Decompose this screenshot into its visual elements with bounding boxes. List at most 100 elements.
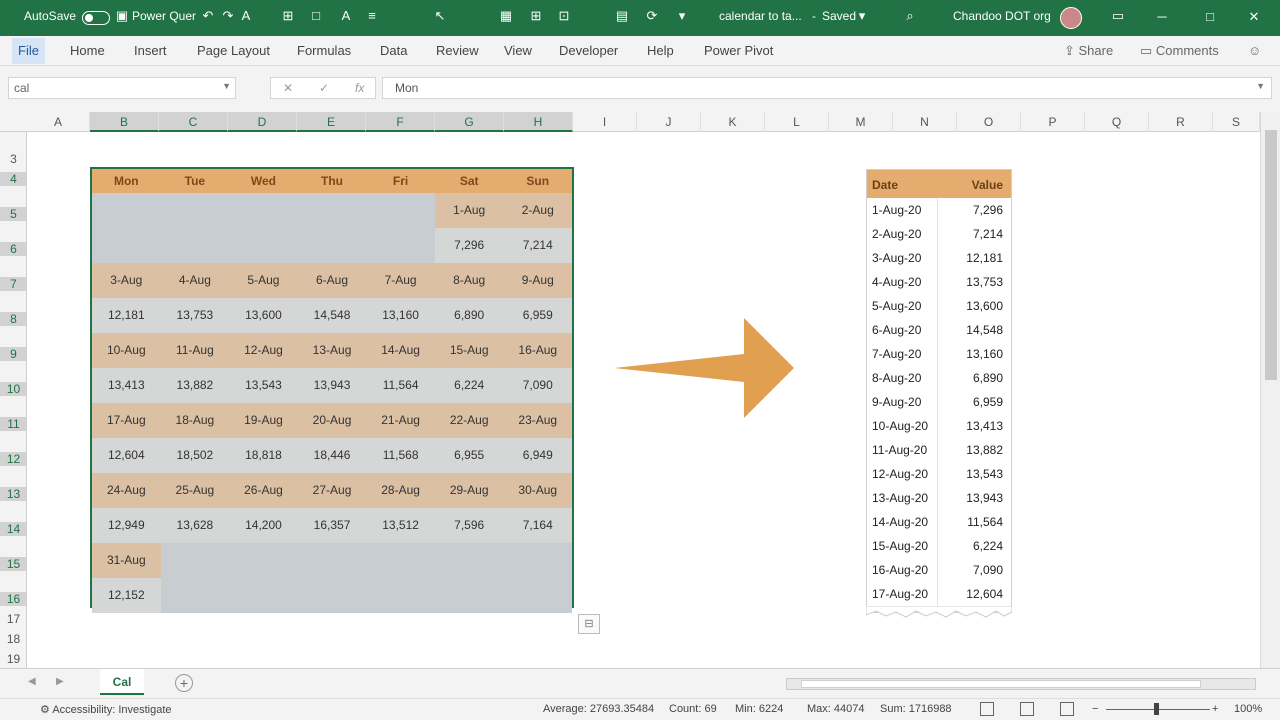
calendar-date-cell[interactable]: 17-Aug: [92, 403, 161, 438]
tab-home[interactable]: Home: [70, 43, 105, 58]
calendar-date-cell[interactable]: 3-Aug: [92, 263, 161, 298]
calendar-date-cell[interactable]: 21-Aug: [366, 403, 435, 438]
name-box[interactable]: cal ▼: [8, 77, 236, 99]
redo-icon[interactable]: ↷: [220, 8, 236, 24]
zoom-slider-thumb[interactable]: [1154, 703, 1159, 715]
table-date-cell[interactable]: 14-Aug-20: [872, 515, 928, 529]
calendar-date-cell[interactable]: [297, 193, 367, 228]
calendar-value-cell[interactable]: 12,949: [92, 508, 161, 543]
box-icon[interactable]: □: [308, 8, 324, 24]
table-value-cell[interactable]: 13,600: [966, 299, 1003, 313]
calendar-date-cell[interactable]: 1-Aug: [435, 193, 504, 228]
table-date-cell[interactable]: 9-Aug-20: [872, 395, 921, 409]
calendar-value-cell[interactable]: 14,200: [229, 508, 298, 543]
calendar-date-cell[interactable]: [366, 193, 435, 228]
table-row[interactable]: 15-Aug-20 6,224: [867, 534, 1011, 558]
table-date-cell[interactable]: 2-Aug-20: [872, 227, 921, 241]
calendar-value-cell[interactable]: [434, 578, 504, 613]
header-date[interactable]: Date: [872, 178, 898, 192]
user-name[interactable]: Chandoo DOT org: [953, 9, 1051, 23]
table-value-cell[interactable]: 6,959: [973, 395, 1003, 409]
table-date-cell[interactable]: 11-Aug-20: [872, 443, 927, 457]
table-value-cell[interactable]: 13,882: [966, 443, 1003, 457]
autosave-toggle[interactable]: [82, 11, 110, 25]
table-row[interactable]: 14-Aug-20 11,564: [867, 510, 1011, 534]
calendar-date-cell[interactable]: 10-Aug: [92, 333, 161, 368]
calendar-date-cell[interactable]: 2-Aug: [503, 193, 572, 228]
calendar-date-cell[interactable]: 12-Aug: [229, 333, 298, 368]
cancel-icon[interactable]: ✕: [283, 81, 293, 95]
row-header[interactable]: 14: [0, 522, 27, 536]
avatar[interactable]: [1060, 7, 1082, 29]
calendar-value-cell[interactable]: 7,164: [503, 508, 572, 543]
refresh-icon[interactable]: ⟳: [644, 8, 660, 24]
col-header[interactable]: K: [701, 112, 765, 132]
tab-developer[interactable]: Developer: [559, 43, 618, 58]
power-query-label[interactable]: Power Quer: [132, 9, 196, 23]
row-header[interactable]: 15: [0, 557, 27, 571]
col-header[interactable]: A: [27, 112, 90, 132]
col-header[interactable]: B: [90, 112, 159, 132]
table-icon[interactable]: ⊞: [528, 8, 544, 24]
calendar-value-cell[interactable]: 16,357: [298, 508, 367, 543]
calendar-date-cell[interactable]: 23-Aug: [503, 403, 572, 438]
calendar-date-cell[interactable]: [160, 543, 230, 578]
grid-icon[interactable]: ▦: [498, 8, 514, 24]
col-header[interactable]: P: [1021, 112, 1085, 132]
calendar-date-cell[interactable]: 4-Aug: [161, 263, 230, 298]
calendar-date-cell[interactable]: 13-Aug: [298, 333, 367, 368]
calendar-value-cell[interactable]: 11,568: [366, 438, 435, 473]
calendar-date-cell[interactable]: 15-Aug: [435, 333, 504, 368]
calendar-value-cell[interactable]: 7,296: [435, 228, 504, 263]
table-date-cell[interactable]: 7-Aug-20: [872, 347, 921, 361]
calendar-value-cell[interactable]: 13,600: [229, 298, 298, 333]
calendar-value-cell[interactable]: [297, 578, 367, 613]
tab-help[interactable]: Help: [647, 43, 674, 58]
table-row[interactable]: 6-Aug-20 14,548: [867, 318, 1011, 342]
header-value[interactable]: Value: [972, 178, 1003, 192]
calendar-value-cell[interactable]: 18,502: [161, 438, 230, 473]
row-header[interactable]: 7: [0, 277, 27, 291]
chevron-down-icon[interactable]: ▾: [854, 8, 870, 24]
calendar-value-cell[interactable]: 13,943: [298, 368, 367, 403]
row-header[interactable]: 11: [0, 417, 27, 431]
table-value-cell[interactable]: 13,413: [966, 419, 1003, 433]
calendar-value-cell[interactable]: [297, 228, 367, 263]
col-header[interactable]: D: [228, 112, 297, 132]
horizontal-scroll-thumb[interactable]: [801, 680, 1201, 688]
calendar-value-cell[interactable]: [366, 228, 435, 263]
vertical-scrollbar[interactable]: [1260, 112, 1280, 668]
close-icon[interactable]: ✕: [1234, 6, 1274, 28]
calendar-date-cell[interactable]: [229, 543, 298, 578]
calendar-date-cell[interactable]: 20-Aug: [298, 403, 367, 438]
col-header[interactable]: M: [829, 112, 893, 132]
calendar-date-cell[interactable]: [92, 193, 161, 228]
table-date-cell[interactable]: 8-Aug-20: [872, 371, 921, 385]
calendar-date-cell[interactable]: 5-Aug: [229, 263, 298, 298]
calendar-date-cell[interactable]: 26-Aug: [229, 473, 298, 508]
calendar-date-cell[interactable]: 7-Aug: [366, 263, 435, 298]
table-row[interactable]: 1-Aug-20 7,296: [867, 198, 1011, 222]
calendar-value-cell[interactable]: 13,753: [161, 298, 230, 333]
text-box-icon[interactable]: A: [338, 8, 354, 24]
calendar-value-cell[interactable]: 6,959: [503, 298, 572, 333]
calendar-date-cell[interactable]: 24-Aug: [92, 473, 161, 508]
calendar-value-cell[interactable]: 11,564: [366, 368, 435, 403]
day-header[interactable]: Mon: [92, 169, 161, 193]
table-value-cell[interactable]: 14,548: [966, 323, 1003, 337]
table-row[interactable]: 3-Aug-20 12,181: [867, 246, 1011, 270]
calendar-range[interactable]: Mon Tue Wed Thu Fri Sat Sun 1-Aug 2-Aug 7,…: [90, 167, 574, 613]
normal-view-icon[interactable]: [980, 702, 994, 716]
calendar-date-cell[interactable]: 9-Aug: [503, 263, 572, 298]
table-value-cell[interactable]: 12,181: [966, 251, 1003, 265]
calendar-value-cell[interactable]: 18,446: [298, 438, 367, 473]
calendar-date-cell[interactable]: 6-Aug: [298, 263, 367, 298]
table-row[interactable]: 16-Aug-20 7,090: [867, 558, 1011, 582]
calendar-value-cell[interactable]: 6,224: [435, 368, 504, 403]
tab-data[interactable]: Data: [380, 43, 407, 58]
help-icon[interactable]: ☺: [1248, 43, 1261, 58]
calendar-date-cell[interactable]: [160, 193, 230, 228]
minimize-icon[interactable]: ─: [1142, 6, 1182, 28]
quick-analysis-icon[interactable]: ⊟: [578, 614, 600, 634]
comments-button[interactable]: ▭ Comments: [1140, 43, 1219, 59]
